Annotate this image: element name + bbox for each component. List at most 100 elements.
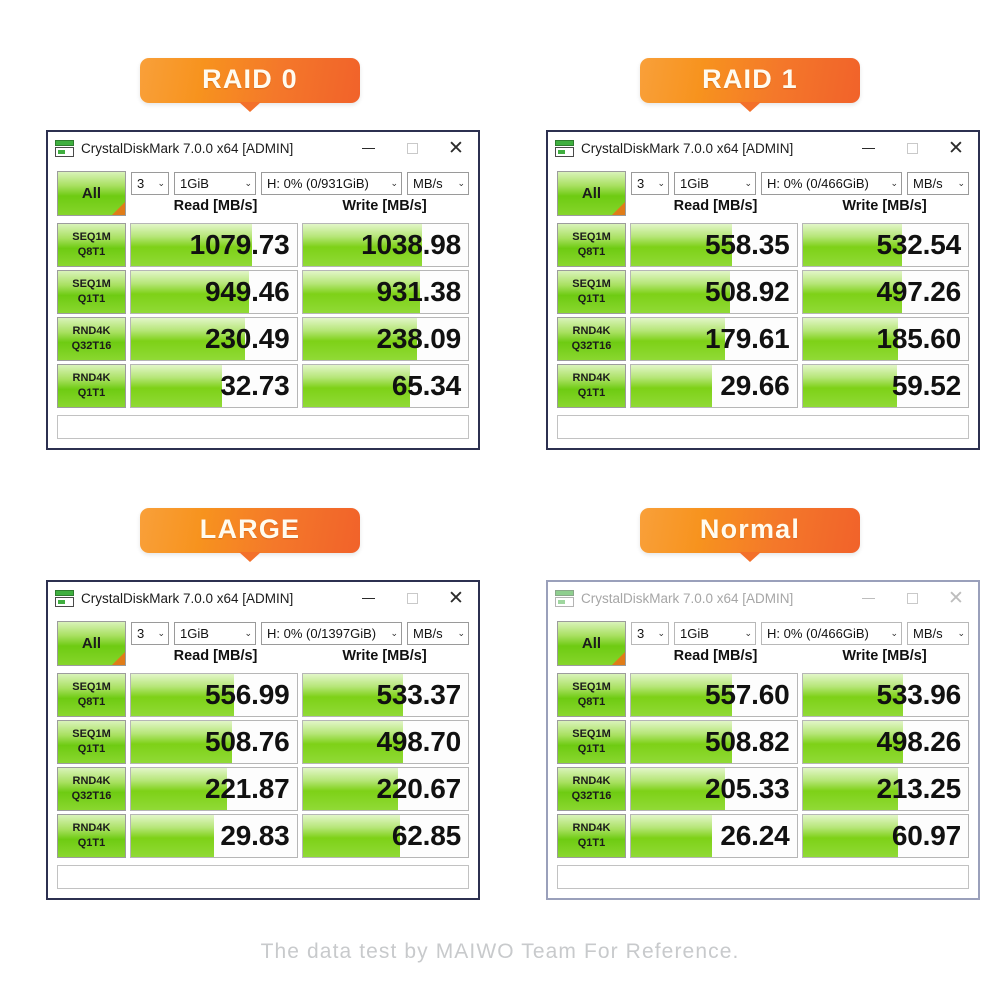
test-count-select[interactable]: 3 ⌄ [131, 621, 169, 645]
title-bar[interactable]: CrystalDiskMark 7.0.0 x64 [ADMIN] ✕ [48, 582, 478, 615]
close-icon[interactable]: ✕ [934, 132, 978, 165]
read-result-cell[interactable]: 29.83 [130, 814, 298, 858]
unit-value: MB/s [413, 175, 443, 191]
title-bar[interactable]: CrystalDiskMark 7.0.0 x64 [ADMIN] ✕ [548, 582, 978, 615]
test-profile-button[interactable]: SEQ1M Q1T1 [557, 720, 626, 764]
minimize-button[interactable] [346, 582, 390, 615]
status-bar [557, 415, 969, 439]
read-result-cell[interactable]: 558.35 [630, 223, 798, 267]
unit-select[interactable]: MB/s ⌄ [407, 621, 469, 645]
maximize-button[interactable] [390, 132, 434, 165]
table-row: SEQ1M Q1T1 508.82 498.26 [557, 720, 969, 764]
test-count-select[interactable]: 3 ⌄ [631, 171, 669, 195]
write-result-cell[interactable]: 931.38 [301, 270, 469, 314]
test-profile-button[interactable]: SEQ1M Q8T1 [57, 223, 126, 267]
selector-column: 3 ⌄ 1GiB ⌄ H: 0% (0/931GiB) ⌄ MB/s ⌄ Read [MB/s]… [131, 171, 469, 214]
write-result-cell[interactable]: 220.67 [301, 767, 469, 811]
read-result-cell[interactable]: 556.99 [130, 673, 298, 717]
test-size-select[interactable]: 1GiB ⌄ [174, 621, 256, 645]
drive-value: H: 0% (0/1397GiB) [267, 625, 377, 641]
close-icon[interactable]: ✕ [434, 582, 478, 615]
test-profile-button[interactable]: RND4K Q1T1 [57, 364, 126, 408]
test-size-select[interactable]: 1GiB ⌄ [674, 621, 756, 645]
drive-select[interactable]: H: 0% (0/1397GiB) ⌄ [261, 621, 402, 645]
read-result-value: 557.60 [705, 679, 790, 710]
write-result-cell[interactable]: 213.25 [801, 767, 969, 811]
maximize-button[interactable] [390, 582, 434, 615]
selector-row: 3 ⌄ 1GiB ⌄ H: 0% (0/931GiB) ⌄ MB/s ⌄ [131, 171, 469, 195]
all-button-label: All [581, 185, 602, 202]
read-result-value: 508.76 [205, 726, 290, 757]
read-result-cell[interactable]: 508.92 [630, 270, 798, 314]
write-result-cell[interactable]: 185.60 [801, 317, 969, 361]
write-result-cell[interactable]: 59.52 [801, 364, 969, 408]
test-profile-button[interactable]: RND4K Q1T1 [557, 364, 626, 408]
write-result-cell[interactable]: 62.85 [301, 814, 469, 858]
title-bar[interactable]: CrystalDiskMark 7.0.0 x64 [ADMIN] ✕ [548, 132, 978, 165]
all-button[interactable]: All [57, 171, 126, 216]
test-profile-button[interactable]: SEQ1M Q1T1 [57, 720, 126, 764]
read-column-header: Read [MB/s] [173, 648, 258, 664]
read-result-cell[interactable]: 26.24 [630, 814, 798, 858]
test-profile-button[interactable]: RND4K Q1T1 [557, 814, 626, 858]
unit-select[interactable]: MB/s ⌄ [407, 171, 469, 195]
write-result-cell[interactable]: 65.34 [301, 364, 469, 408]
read-result-cell[interactable]: 179.61 [630, 317, 798, 361]
drive-select[interactable]: H: 0% (0/931GiB) ⌄ [261, 171, 402, 195]
drive-select[interactable]: H: 0% (0/466GiB) ⌄ [761, 621, 902, 645]
test-profile-queue: Q1T1 [77, 387, 106, 399]
unit-select[interactable]: MB/s ⌄ [907, 171, 969, 195]
unit-value: MB/s [913, 625, 943, 641]
read-result-cell[interactable]: 32.73 [130, 364, 298, 408]
read-result-cell[interactable]: 508.76 [130, 720, 298, 764]
test-size-select[interactable]: 1GiB ⌄ [174, 171, 256, 195]
all-button[interactable]: All [557, 621, 626, 666]
title-bar[interactable]: CrystalDiskMark 7.0.0 x64 [ADMIN] ✕ [48, 132, 478, 165]
window-controls: ✕ [346, 582, 478, 615]
read-result-cell[interactable]: 205.33 [630, 767, 798, 811]
write-result-cell[interactable]: 497.26 [801, 270, 969, 314]
read-result-cell[interactable]: 29.66 [630, 364, 798, 408]
test-profile-button[interactable]: RND4K Q32T16 [57, 767, 126, 811]
write-result-cell[interactable]: 238.09 [301, 317, 469, 361]
close-icon[interactable]: ✕ [434, 132, 478, 165]
write-result-cell[interactable]: 498.26 [801, 720, 969, 764]
write-result-cell[interactable]: 533.96 [801, 673, 969, 717]
read-result-cell[interactable]: 557.60 [630, 673, 798, 717]
test-count-select[interactable]: 3 ⌄ [631, 621, 669, 645]
test-profile-button[interactable]: RND4K Q32T16 [57, 317, 126, 361]
test-profile-button[interactable]: SEQ1M Q1T1 [557, 270, 626, 314]
read-result-cell[interactable]: 230.49 [130, 317, 298, 361]
write-result-cell[interactable]: 532.54 [801, 223, 969, 267]
minimize-button[interactable] [846, 132, 890, 165]
test-profile-button[interactable]: SEQ1M Q8T1 [57, 673, 126, 717]
drive-select[interactable]: H: 0% (0/466GiB) ⌄ [761, 171, 902, 195]
read-result-cell[interactable]: 949.46 [130, 270, 298, 314]
test-profile-button[interactable]: SEQ1M Q1T1 [57, 270, 126, 314]
maximize-button[interactable] [890, 132, 934, 165]
write-result-cell[interactable]: 533.37 [301, 673, 469, 717]
minimize-button[interactable] [346, 132, 390, 165]
unit-select[interactable]: MB/s ⌄ [907, 621, 969, 645]
read-result-value: 179.61 [705, 323, 790, 354]
test-profile-button[interactable]: RND4K Q32T16 [557, 317, 626, 361]
read-result-cell[interactable]: 508.82 [630, 720, 798, 764]
close-icon[interactable]: ✕ [934, 582, 978, 615]
test-count-select[interactable]: 3 ⌄ [131, 171, 169, 195]
write-result-cell[interactable]: 1038.98 [301, 223, 469, 267]
read-result-cell[interactable]: 1079.73 [130, 223, 298, 267]
test-profile-button[interactable]: SEQ1M Q8T1 [557, 673, 626, 717]
maximize-button[interactable] [890, 582, 934, 615]
test-size-select[interactable]: 1GiB ⌄ [674, 171, 756, 195]
read-result-cell[interactable]: 221.87 [130, 767, 298, 811]
chevron-down-icon: ⌄ [957, 177, 965, 188]
test-profile-button[interactable]: SEQ1M Q8T1 [557, 223, 626, 267]
write-result-cell[interactable]: 498.70 [301, 720, 469, 764]
all-button[interactable]: All [557, 171, 626, 216]
disk-drive-icon [55, 140, 74, 157]
minimize-button[interactable] [846, 582, 890, 615]
test-profile-button[interactable]: RND4K Q1T1 [57, 814, 126, 858]
write-result-cell[interactable]: 60.97 [801, 814, 969, 858]
test-profile-button[interactable]: RND4K Q32T16 [557, 767, 626, 811]
all-button[interactable]: All [57, 621, 126, 666]
